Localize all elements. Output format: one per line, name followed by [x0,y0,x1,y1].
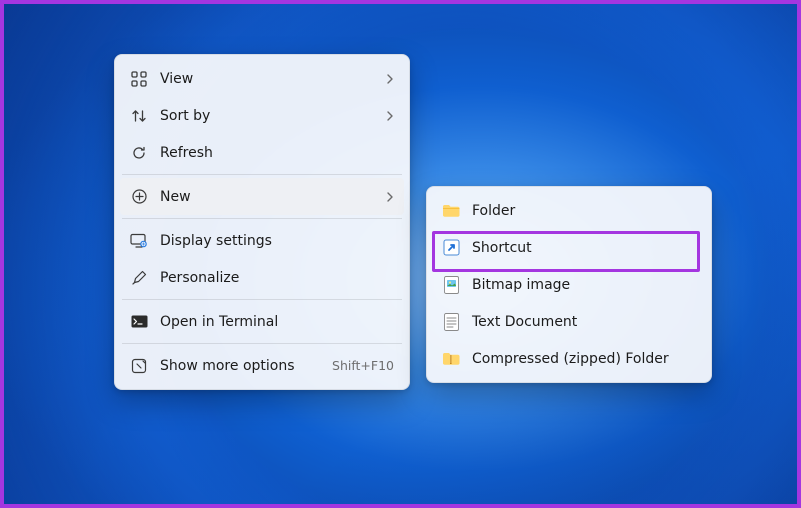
menu-item-label: Open in Terminal [160,314,394,330]
image-file-icon [442,276,460,294]
terminal-icon [130,313,148,331]
menu-item-label: Compressed (zipped) Folder [472,351,696,367]
menu-item-label: Personalize [160,270,394,286]
text-file-icon [442,313,460,331]
menu-item-label: New [160,189,368,205]
menu-item-display-settings[interactable]: Display settings [120,222,404,259]
menu-item-label: Bitmap image [472,277,696,293]
menu-item-label: Sort by [160,108,368,124]
menu-item-sort-by[interactable]: Sort by [120,97,404,134]
zip-folder-icon [442,350,460,368]
separator [122,174,402,175]
menu-item-label: Text Document [472,314,696,330]
folder-icon [442,202,460,220]
chevron-right-icon [380,73,394,85]
menu-item-view[interactable]: View [120,60,404,97]
separator [122,299,402,300]
menu-item-new[interactable]: New [120,178,404,215]
keyboard-shortcut: Shift+F10 [332,358,394,373]
submenu-item-folder[interactable]: Folder [432,192,706,229]
separator [122,218,402,219]
menu-item-refresh[interactable]: Refresh [120,134,404,171]
menu-item-label: Display settings [160,233,394,249]
submenu-item-text-document[interactable]: Text Document [432,303,706,340]
new-submenu: Folder Shortcut Bitmap image [426,186,712,383]
chevron-right-icon [380,191,394,203]
more-options-icon [130,357,148,375]
menu-item-open-terminal[interactable]: Open in Terminal [120,303,404,340]
paintbrush-icon [130,269,148,287]
menu-item-label: Show more options [160,358,312,374]
menu-item-label: Folder [472,203,696,219]
refresh-icon [130,144,148,162]
shortcut-icon [442,239,460,257]
desktop-context-menu: View Sort by Refresh [114,54,410,390]
sort-icon [130,107,148,125]
submenu-item-compressed-folder[interactable]: Compressed (zipped) Folder [432,340,706,377]
submenu-item-shortcut[interactable]: Shortcut [432,229,706,266]
submenu-item-bitmap-image[interactable]: Bitmap image [432,266,706,303]
menu-item-label: View [160,71,368,87]
menu-item-label: Shortcut [472,240,696,256]
display-settings-icon [130,232,148,250]
menu-item-show-more-options[interactable]: Show more options Shift+F10 [120,347,404,384]
plus-circle-icon [130,188,148,206]
chevron-right-icon [380,110,394,122]
grid-icon [130,70,148,88]
menu-item-label: Refresh [160,145,394,161]
separator [122,343,402,344]
menu-item-personalize[interactable]: Personalize [120,259,404,296]
